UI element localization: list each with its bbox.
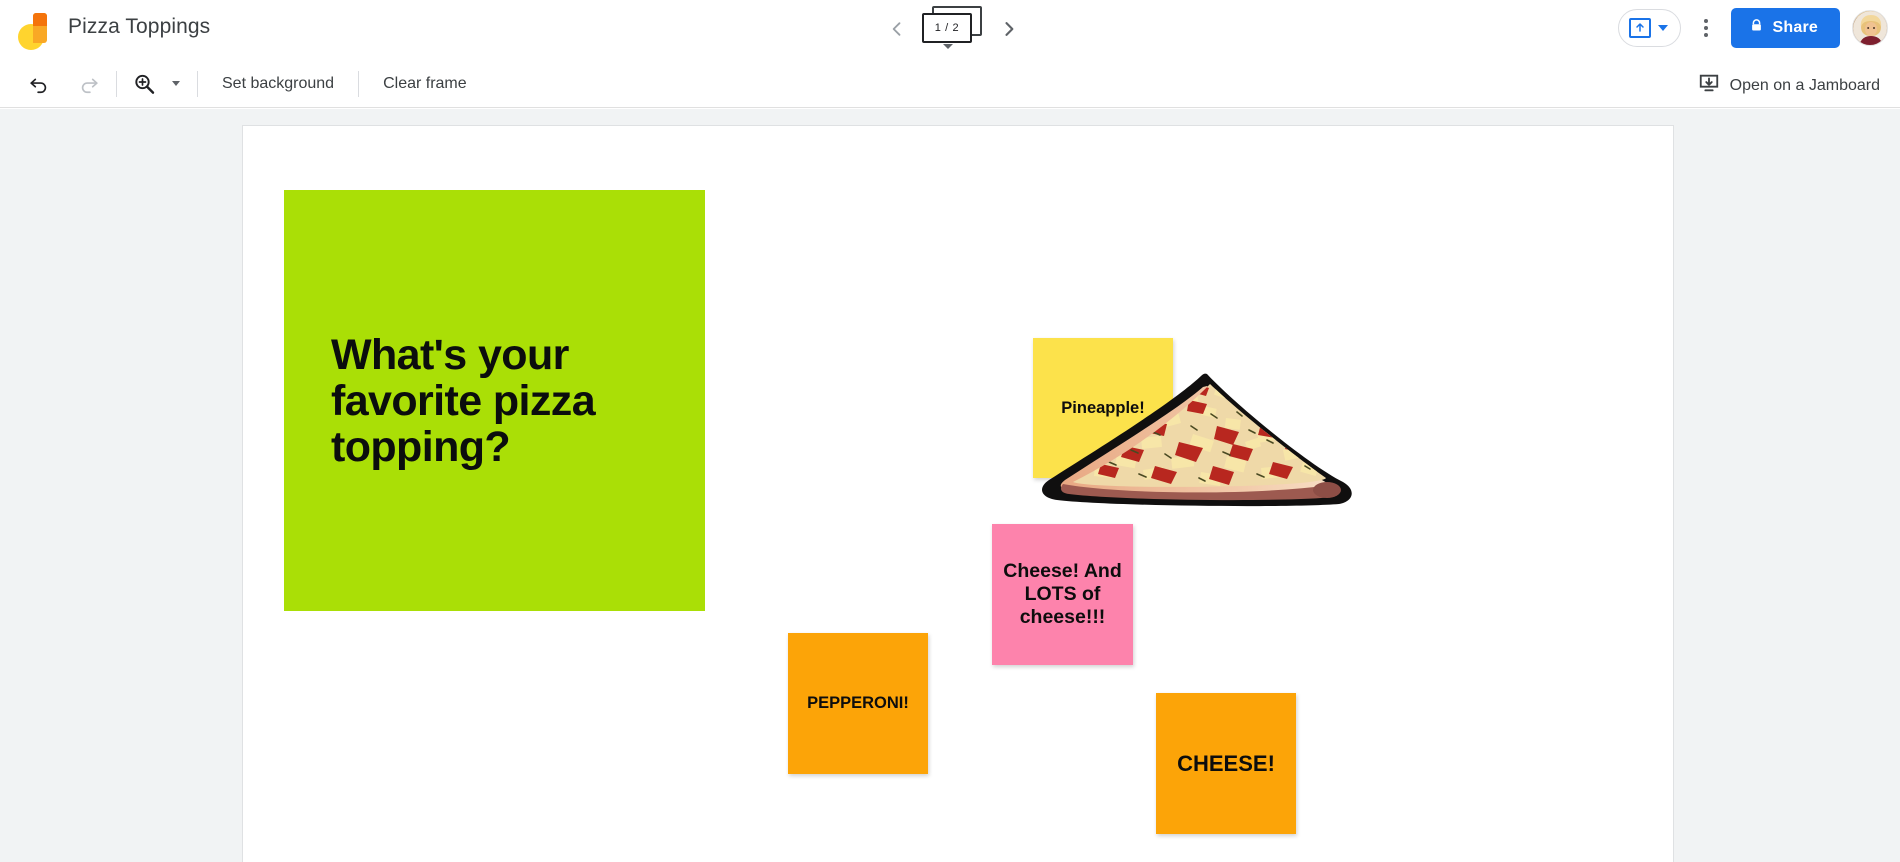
chevron-left-icon[interactable]: [880, 12, 914, 46]
frame-counter[interactable]: 1 / 2: [920, 6, 986, 52]
sticky-note-cheese-orange[interactable]: CHEESE!: [1156, 693, 1296, 834]
top-right-controls: Share: [1617, 8, 1888, 48]
present-button[interactable]: [1617, 9, 1681, 47]
caret-down-icon: [1657, 25, 1668, 31]
lock-icon: [1749, 18, 1764, 38]
clear-frame-button[interactable]: Clear frame: [367, 75, 483, 93]
chevron-right-icon[interactable]: [992, 12, 1026, 46]
avatar[interactable]: [1852, 10, 1888, 46]
pizza-slice-image[interactable]: [1021, 366, 1367, 526]
share-button[interactable]: Share: [1730, 8, 1840, 48]
question-card[interactable]: What's your favorite pizza topping?: [284, 190, 705, 611]
sticky-note-cheese-pink[interactable]: Cheese! And LOTS of cheese!!!: [992, 524, 1133, 665]
undo-icon[interactable]: [20, 65, 58, 103]
more-vert-icon[interactable]: [1687, 9, 1725, 47]
frame-counter-label: 1 / 2: [922, 13, 972, 43]
jamboard-app: Pizza Toppings 1 / 2 Share Set backgroun…: [0, 0, 1900, 862]
redo-icon[interactable]: [70, 65, 108, 103]
top-bar: Pizza Toppings 1 / 2 Share: [0, 0, 1900, 60]
zoom-in-icon[interactable]: [125, 65, 163, 103]
jamboard-logo-icon[interactable]: [14, 8, 58, 52]
jam-frame[interactable]: What's your favorite pizza topping? Pine…: [242, 125, 1674, 862]
open-on-jamboard-label: Open on a Jamboard: [1729, 76, 1880, 94]
open-on-device-icon: [1698, 72, 1720, 99]
sub-toolbar: Set background Clear frame Open on a Jam…: [0, 60, 1900, 108]
page-title[interactable]: Pizza Toppings: [68, 15, 210, 39]
present-to-screen-icon: [1628, 18, 1651, 38]
canvas-area[interactable]: What's your favorite pizza topping? Pine…: [0, 109, 1900, 862]
share-button-label: Share: [1772, 19, 1818, 36]
sticky-note-pepperoni[interactable]: PEPPERONI!: [788, 633, 928, 774]
caret-down-icon[interactable]: [943, 44, 953, 49]
zoom-dropdown-caret-icon[interactable]: [163, 65, 189, 103]
frame-navigator: 1 / 2: [880, 6, 1026, 52]
set-background-button[interactable]: Set background: [206, 75, 350, 93]
open-on-jamboard-button[interactable]: Open on a Jamboard: [1698, 72, 1880, 99]
